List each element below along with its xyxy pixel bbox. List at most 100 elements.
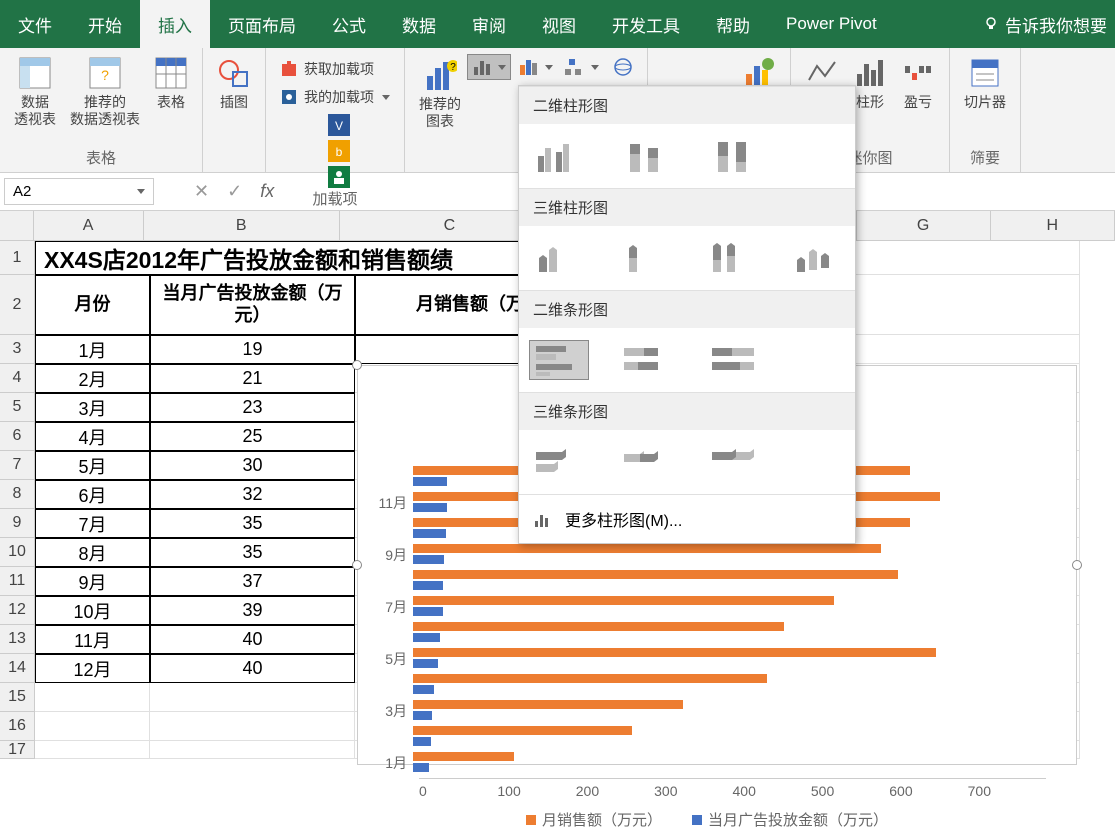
- bing-icon[interactable]: b: [328, 140, 350, 162]
- tell-me[interactable]: 告诉我你想要: [975, 0, 1115, 48]
- cell-month[interactable]: 2月: [35, 364, 150, 393]
- cell-month[interactable]: 8月: [35, 538, 150, 567]
- row-header-14[interactable]: 14: [0, 654, 35, 683]
- fx-button[interactable]: fx: [260, 181, 274, 202]
- cell-ad[interactable]: 30: [150, 451, 355, 480]
- tab-data[interactable]: 数据: [384, 0, 454, 48]
- sparkline-winloss-button[interactable]: 盈亏: [895, 52, 941, 115]
- stacked-3d-bar-option[interactable]: [617, 442, 677, 482]
- pivot-table-button[interactable]: 数据 透视表: [8, 52, 62, 132]
- cell-ad[interactable]: 19: [150, 335, 355, 364]
- column-chart-button[interactable]: [467, 54, 511, 80]
- clustered-3d-bar-option[interactable]: [529, 442, 589, 482]
- row-header-15[interactable]: 15: [0, 683, 35, 712]
- resize-handle[interactable]: [1072, 560, 1082, 570]
- cell-month[interactable]: 4月: [35, 422, 150, 451]
- cell-month[interactable]: 11月: [35, 625, 150, 654]
- resize-handle[interactable]: [352, 560, 362, 570]
- legend-swatch-blue: [692, 815, 702, 825]
- 3d-column-option[interactable]: [787, 238, 845, 278]
- cell-ad[interactable]: 35: [150, 509, 355, 538]
- col-header-B[interactable]: B: [144, 211, 340, 241]
- row-header-2[interactable]: 2: [0, 275, 35, 335]
- my-addins-button[interactable]: 我的加载项: [274, 84, 396, 110]
- row-header-13[interactable]: 13: [0, 625, 35, 654]
- cell-ad[interactable]: 37: [150, 567, 355, 596]
- cell-ad[interactable]: 40: [150, 625, 355, 654]
- stacked100-3d-column-option[interactable]: [701, 238, 759, 278]
- recommended-charts-button[interactable]: ? 推荐的 图表: [413, 54, 467, 134]
- select-all-corner[interactable]: [0, 211, 34, 241]
- visio-icon[interactable]: V: [328, 114, 350, 136]
- cell-month[interactable]: 1月: [35, 335, 150, 364]
- col-header-H[interactable]: H: [991, 211, 1115, 241]
- stacked-bar-option[interactable]: [617, 340, 677, 380]
- row-header-16[interactable]: 16: [0, 712, 35, 741]
- cell-month[interactable]: 10月: [35, 596, 150, 625]
- row-header-3[interactable]: 3: [0, 335, 35, 364]
- row-header-1[interactable]: 1: [0, 241, 35, 275]
- row-header-6[interactable]: 6: [0, 422, 35, 451]
- cell-ad[interactable]: 25: [150, 422, 355, 451]
- recommended-pivot-button[interactable]: ? 推荐的 数据透视表: [64, 52, 146, 132]
- tab-insert[interactable]: 插入: [140, 0, 210, 48]
- accept-formula-button[interactable]: ✓: [227, 181, 242, 202]
- cell-month[interactable]: 9月: [35, 567, 150, 596]
- tab-view[interactable]: 视图: [524, 0, 594, 48]
- title-cell[interactable]: XX4S店2012年广告投放金额和销售额绩: [35, 241, 585, 275]
- cell-month[interactable]: 3月: [35, 393, 150, 422]
- clustered-bar-option[interactable]: [529, 340, 589, 380]
- tab-help[interactable]: 帮助: [698, 0, 768, 48]
- hierarchy-chart-button[interactable]: [561, 54, 603, 80]
- name-box[interactable]: A2: [4, 178, 154, 205]
- cell-month[interactable]: 7月: [35, 509, 150, 538]
- col-header-G[interactable]: G: [857, 211, 991, 241]
- tab-file[interactable]: 文件: [0, 0, 70, 48]
- stacked100-3d-bar-option[interactable]: [705, 442, 765, 482]
- tab-review[interactable]: 审阅: [454, 0, 524, 48]
- header-ad[interactable]: 当月广告投放金额（万元）: [150, 275, 355, 335]
- tab-powerpivot[interactable]: Power Pivot: [768, 0, 895, 48]
- header-month[interactable]: 月份: [35, 275, 150, 335]
- row-header-5[interactable]: 5: [0, 393, 35, 422]
- tab-dev[interactable]: 开发工具: [594, 0, 698, 48]
- resize-handle[interactable]: [352, 360, 362, 370]
- row-header-4[interactable]: 4: [0, 364, 35, 393]
- get-addins-button[interactable]: 获取加载项: [274, 56, 396, 82]
- illustrations-button[interactable]: 插图: [211, 52, 257, 115]
- cell-ad[interactable]: 23: [150, 393, 355, 422]
- bar-sales: [413, 700, 683, 709]
- cell-month[interactable]: 6月: [35, 480, 150, 509]
- stacked-3d-column-option[interactable]: [615, 238, 673, 278]
- row-header-7[interactable]: 7: [0, 451, 35, 480]
- people-icon[interactable]: [328, 166, 350, 188]
- line-area-chart-button[interactable]: [515, 54, 557, 80]
- cell-ad[interactable]: 35: [150, 538, 355, 567]
- globe-chart-button[interactable]: [607, 54, 639, 80]
- cell-ad[interactable]: 39: [150, 596, 355, 625]
- tab-formulas[interactable]: 公式: [314, 0, 384, 48]
- stacked100-bar-option[interactable]: [705, 340, 765, 380]
- cell-month[interactable]: 5月: [35, 451, 150, 480]
- cancel-formula-button[interactable]: ✕: [194, 181, 209, 202]
- row-header-8[interactable]: 8: [0, 480, 35, 509]
- row-header-17[interactable]: 17: [0, 741, 35, 759]
- cell-ad[interactable]: 40: [150, 654, 355, 683]
- row-header-12[interactable]: 12: [0, 596, 35, 625]
- row-header-9[interactable]: 9: [0, 509, 35, 538]
- more-column-charts-button[interactable]: 更多柱形图(M)...: [519, 494, 855, 543]
- slicer-button[interactable]: 切片器: [958, 52, 1012, 115]
- clustered-column-option[interactable]: [529, 136, 589, 176]
- clustered-3d-column-option[interactable]: [529, 238, 587, 278]
- row-header-10[interactable]: 10: [0, 538, 35, 567]
- table-button[interactable]: 表格: [148, 52, 194, 132]
- cell-month[interactable]: 12月: [35, 654, 150, 683]
- row-header-11[interactable]: 11: [0, 567, 35, 596]
- stacked-column-option[interactable]: [617, 136, 677, 176]
- tab-home[interactable]: 开始: [70, 0, 140, 48]
- stacked100-column-option[interactable]: [705, 136, 765, 176]
- cell-ad[interactable]: 32: [150, 480, 355, 509]
- col-header-A[interactable]: A: [34, 211, 144, 241]
- tab-layout[interactable]: 页面布局: [210, 0, 314, 48]
- cell-ad[interactable]: 21: [150, 364, 355, 393]
